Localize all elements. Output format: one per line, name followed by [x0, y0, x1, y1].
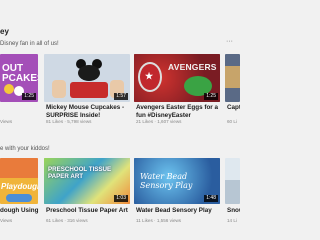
video-title[interactable]: Avengers Easter Eggs for a fun #DisneyEa… — [136, 104, 222, 120]
video-thumbnail[interactable]: Playdough — [0, 158, 38, 204]
video-thumbnail[interactable]: 1:57 — [44, 54, 130, 102]
video-title[interactable]: Mickey Mouse Cupcakes - SURPRISE Inside! — [46, 104, 130, 120]
video-title[interactable]: Capt — [227, 104, 240, 112]
video-thumbnail[interactable] — [225, 54, 240, 102]
video-title[interactable]: Snow — [227, 207, 240, 215]
video-meta: 61 Likes · 316 views — [46, 218, 88, 223]
video-thumbnail[interactable]: Water Bead Sensory Play 1:48 — [134, 158, 220, 204]
video-title[interactable]: Water Bead Sensory Play — [136, 207, 222, 215]
video-meta: 21 Likes · 1,607 views — [136, 119, 182, 124]
video-meta: 11 Likes · 1,556 views — [136, 218, 182, 223]
video-meta: 81 Likes · 5,798 views — [46, 119, 92, 124]
thumbnail-text: Water Bead Sensory Play — [140, 172, 193, 190]
shelf1-title[interactable]: ey — [0, 27, 9, 36]
video-duration: 1:57 — [114, 93, 128, 100]
shelf1-subtitle: Disney fan in all of us! — [0, 41, 59, 47]
video-thumbnail[interactable] — [225, 158, 240, 204]
video-thumbnail[interactable]: OUTPCAKES 1:25 — [0, 54, 38, 102]
video-meta: 14 Li — [227, 218, 237, 223]
video-thumbnail[interactable]: PRESCHOOL TISSUE PAPER ART 1:03 — [44, 158, 130, 204]
video-duration: 1:25 — [22, 93, 36, 100]
video-title[interactable]: dough Using — [0, 207, 40, 215]
thumbnail-text: PRESCHOOL TISSUE PAPER ART — [48, 166, 112, 180]
video-meta: Views — [0, 119, 13, 124]
ellipsis-icon[interactable]: ··· — [226, 38, 233, 45]
thumbnail-text: Playdough — [1, 182, 38, 191]
video-duration: 1:48 — [204, 195, 218, 202]
video-duration: 1:25 — [204, 93, 218, 100]
video-title[interactable]: Preschool Tissue Paper Art — [46, 207, 130, 215]
thumbnail-text: AVENGERS — [168, 62, 217, 72]
video-meta: 60 Li — [227, 119, 237, 124]
video-thumbnail[interactable]: ★ AVENGERS 1:25 — [134, 54, 220, 102]
video-duration: 1:03 — [114, 195, 128, 202]
video-meta: Views — [0, 218, 13, 223]
thumbnail-text: OUTPCAKES — [2, 63, 38, 84]
shelf2-subtitle: e with your kiddos! — [0, 146, 50, 152]
